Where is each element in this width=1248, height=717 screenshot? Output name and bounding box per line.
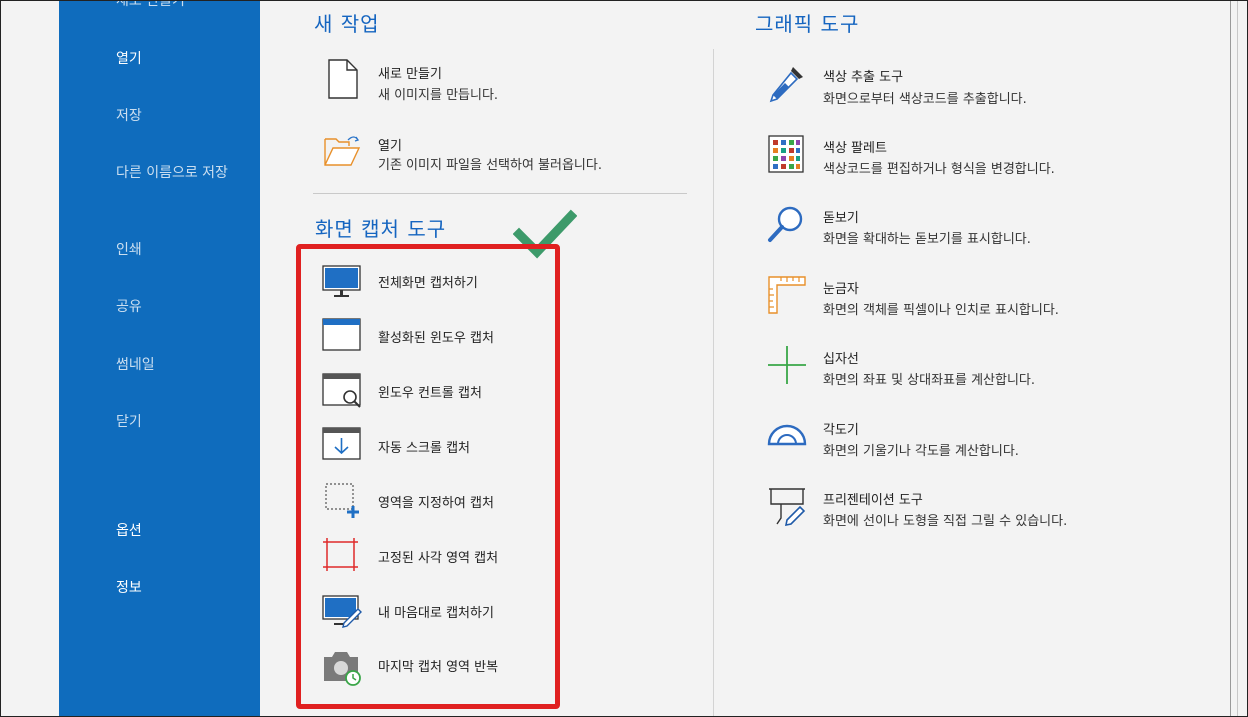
protractor-item[interactable]: 각도기 화면의 기울기나 각도를 계산합니다.	[767, 416, 1117, 462]
capture-repeat-item[interactable]: 마지막 캡처 영역 반복	[322, 647, 542, 687]
capture-region-item[interactable]: 영역을 지정하여 캡처	[322, 482, 542, 518]
region-select-icon	[325, 483, 359, 518]
capture-active-window-label: 활성화된 윈도우 캡처	[378, 331, 494, 346]
color-picker-title: 색상 추출 도구	[823, 70, 904, 85]
ruler-title: 눈금자	[823, 282, 859, 297]
open-image-desc: 기존 이미지 파일을 선택하여 불러옵니다.	[378, 158, 602, 173]
capture-fullscreen-item[interactable]: 전체화면 캡처하기	[322, 263, 542, 299]
color-picker-desc: 화면으로부터 색상코드를 추출합니다.	[823, 92, 1027, 107]
protractor-icon	[767, 424, 807, 446]
fixed-rect-icon	[323, 538, 358, 571]
eyedropper-icon	[769, 67, 803, 103]
freeform-capture-icon	[322, 595, 362, 628]
open-image-item[interactable]: 열기 기존 이미지 파일을 선택하여 불러옵니다.	[323, 131, 683, 177]
graphic-tools-title: 그래픽 도구	[755, 12, 860, 36]
crosshair-title: 십자선	[823, 352, 859, 367]
sidebar-item-open[interactable]: 열기	[116, 50, 142, 68]
capture-fixed-rect-item[interactable]: 고정된 사각 영역 캡처	[322, 537, 542, 573]
sidebar-item-thumbnail[interactable]: 썸네일	[116, 356, 155, 374]
presentation-title: 프리젠테이션 도구	[823, 493, 923, 508]
capture-freeform-label: 내 마음대로 캡처하기	[378, 606, 494, 621]
window-icon	[322, 318, 361, 351]
ruler-icon	[768, 276, 806, 314]
open-folder-icon	[324, 136, 361, 166]
protractor-title: 각도기	[823, 423, 859, 438]
sidebar: 새로 만들기 열기 저장 다른 이름으로 저장 인쇄 공유 썸네일 닫기 옵션 …	[59, 1, 260, 716]
sidebar-item-print[interactable]: 인쇄	[116, 241, 142, 259]
capture-repeat-label: 마지막 캡처 영역 반복	[378, 660, 499, 675]
crosshair-item[interactable]: 십자선 화면의 좌표 및 상대좌표를 계산합니다.	[767, 345, 1117, 391]
magnifier-icon	[768, 206, 803, 242]
color-picker-item[interactable]: 색상 추출 도구 화면으로부터 색상코드를 추출합니다.	[767, 63, 1117, 109]
capture-tools-title: 화면 캡처 도구	[315, 217, 447, 241]
capture-fixed-rect-label: 고정된 사각 영역 캡처	[378, 551, 499, 566]
app-window: 새로 만들기 열기 저장 다른 이름으로 저장 인쇄 공유 썸네일 닫기 옵션 …	[0, 0, 1248, 717]
open-image-title: 열기	[378, 139, 402, 154]
window-control-icon	[322, 373, 361, 408]
color-palette-item[interactable]: 색상 팔레트 색상코드를 편집하거나 형식을 변경합니다.	[767, 134, 1127, 180]
capture-window-control-item[interactable]: 윈도우 컨트롤 캡처	[322, 373, 542, 409]
crosshair-desc: 화면의 좌표 및 상대좌표를 계산합니다.	[823, 373, 1036, 388]
crosshair-icon	[768, 346, 806, 384]
sidebar-item-options[interactable]: 옵션	[116, 522, 142, 540]
sidebar-item-share[interactable]: 공유	[116, 298, 142, 316]
ruler-desc: 화면의 객체를 픽셀이나 인치로 표시합니다.	[823, 303, 1059, 318]
magnifier-item[interactable]: 돋보기 화면을 확대하는 돋보기를 표시합니다.	[767, 204, 1117, 250]
protractor-desc: 화면의 기울기나 각도를 계산합니다.	[823, 444, 1019, 459]
window-edge-outer	[1237, 1, 1238, 716]
capture-fullscreen-label: 전체화면 캡처하기	[378, 276, 478, 291]
magnifier-desc: 화면을 확대하는 돋보기를 표시합니다.	[823, 232, 1031, 247]
capture-active-window-item[interactable]: 활성화된 윈도우 캡처	[322, 318, 542, 354]
new-task-title: 새 작업	[314, 12, 380, 36]
ruler-item[interactable]: 눈금자 화면의 객체를 픽셀이나 인치로 표시합니다.	[767, 275, 1127, 321]
window-edge	[1230, 1, 1231, 716]
sidebar-item-info[interactable]: 정보	[116, 579, 142, 597]
capture-auto-scroll-label: 자동 스크롤 캡처	[378, 441, 470, 456]
scroll-capture-icon	[322, 427, 361, 460]
sidebar-item-save[interactable]: 저장	[116, 107, 142, 125]
sidebar-item-close[interactable]: 닫기	[116, 413, 142, 431]
sidebar-item-new[interactable]: 새로 만들기	[116, 1, 185, 10]
capture-freeform-item[interactable]: 내 마음대로 캡처하기	[322, 593, 542, 629]
magnifier-title: 돋보기	[823, 211, 859, 226]
new-image-desc: 새 이미지를 만듭니다.	[378, 88, 499, 103]
highlight-box	[296, 244, 560, 709]
monitor-icon	[322, 265, 361, 297]
capture-window-control-label: 윈도우 컨트롤 캡처	[378, 386, 482, 401]
repeat-capture-icon	[324, 652, 361, 686]
column-divider	[713, 49, 714, 716]
new-image-title: 새로 만들기	[378, 67, 442, 82]
section-divider	[313, 193, 687, 194]
palette-icon	[768, 135, 804, 173]
new-file-icon	[328, 59, 358, 99]
capture-auto-scroll-item[interactable]: 자동 스크롤 캡처	[322, 427, 542, 463]
sidebar-item-save-as[interactable]: 다른 이름으로 저장	[116, 164, 236, 182]
new-image-item[interactable]: 새로 만들기 새 이미지를 만듭니다.	[323, 59, 653, 105]
presentation-icon	[769, 488, 806, 526]
color-palette-desc: 색상코드를 편집하거나 형식을 변경합니다.	[823, 162, 1055, 177]
presentation-item[interactable]: 프리젠테이션 도구 화면에 선이나 도형을 직접 그릴 수 있습니다.	[767, 486, 1127, 532]
color-palette-title: 색상 팔레트	[823, 141, 887, 156]
presentation-desc: 화면에 선이나 도형을 직접 그릴 수 있습니다.	[823, 514, 1068, 529]
capture-region-label: 영역을 지정하여 캡처	[378, 496, 494, 511]
